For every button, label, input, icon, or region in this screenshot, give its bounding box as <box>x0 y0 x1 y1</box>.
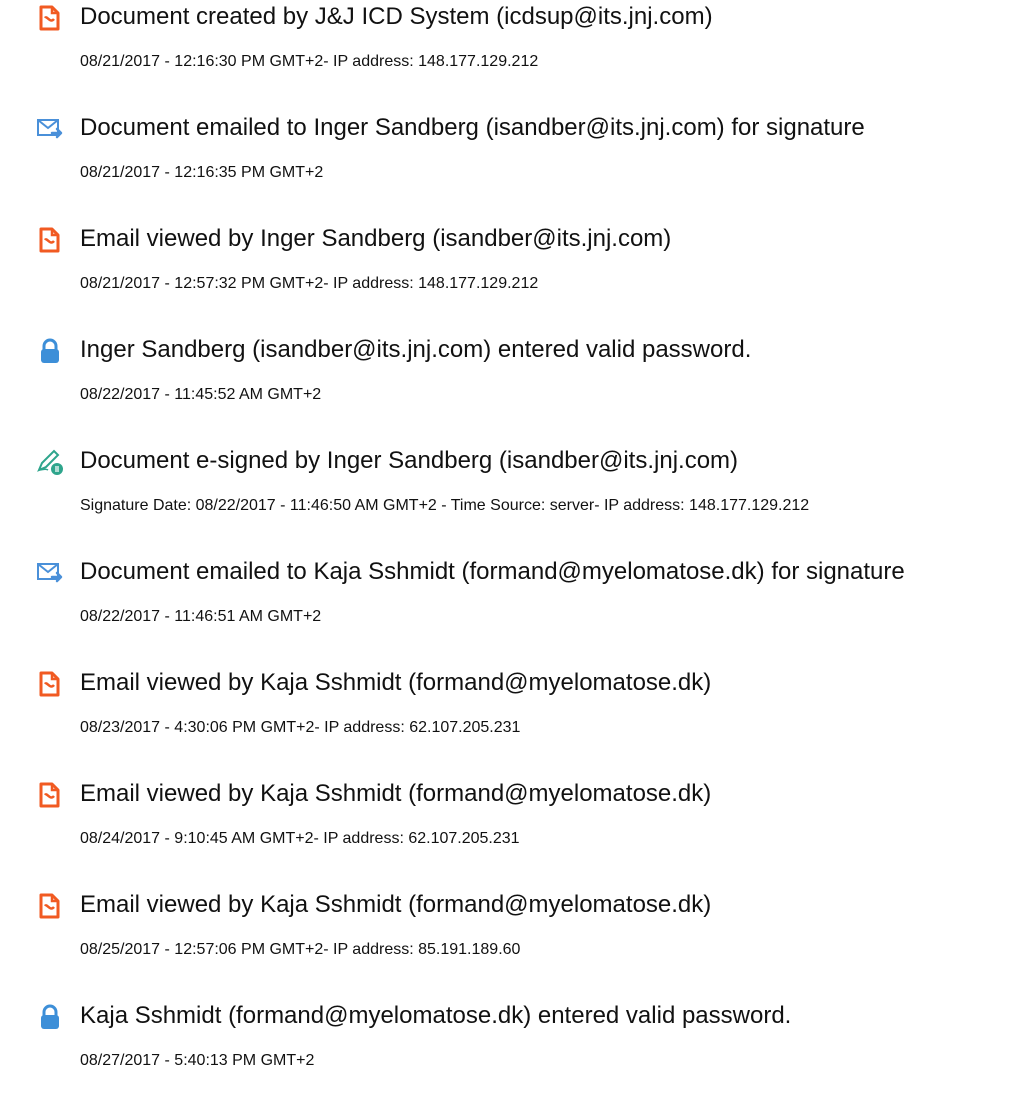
lock-icon <box>36 1003 64 1031</box>
entry-detail: 08/22/2017 - 11:46:51 AM GMT+2 <box>80 608 322 625</box>
entry-title: Document e-signed by Inger Sandberg (isa… <box>80 447 739 474</box>
entry-title: Document emailed to Inger Sandberg (isan… <box>80 114 865 141</box>
audit-entry: Email viewed by Inger Sandberg (isandber… <box>0 222 1029 312</box>
audit-entry: Email viewed by Kaja Sshmidt (formand@my… <box>0 666 1029 756</box>
entry-detail: 08/27/2017 - 5:40:13 PM GMT+2 <box>80 1052 315 1069</box>
audit-entry: Document e-signed by Inger Sandberg (isa… <box>0 444 1029 534</box>
entry-title: Document created by J&J ICD System (icds… <box>80 3 713 30</box>
entry-detail: 08/21/2017 - 12:57:32 PM GMT+2- IP addre… <box>80 275 539 292</box>
entry-detail: 08/23/2017 - 4:30:06 PM GMT+2- IP addres… <box>80 719 521 736</box>
entry-detail: 08/21/2017 - 12:16:35 PM GMT+2 <box>80 164 324 181</box>
entry-title: Email viewed by Kaja Sshmidt (formand@my… <box>80 780 712 807</box>
email-sent-icon <box>36 559 64 587</box>
lock-icon <box>36 337 64 365</box>
entry-detail: 08/22/2017 - 11:45:52 AM GMT+2 <box>80 386 322 403</box>
document-icon <box>36 226 64 254</box>
document-icon <box>36 892 64 920</box>
entry-detail: Signature Date: 08/22/2017 - 11:46:50 AM… <box>80 497 810 514</box>
email-sent-icon <box>36 115 64 143</box>
entry-title: Kaja Sshmidt (formand@myelomatose.dk) en… <box>80 1002 792 1029</box>
audit-entry: Email viewed by Kaja Sshmidt (formand@my… <box>0 888 1029 978</box>
document-icon <box>36 781 64 809</box>
entry-title: Email viewed by Kaja Sshmidt (formand@my… <box>80 891 712 918</box>
esign-pen-icon <box>36 448 64 476</box>
audit-entry: Inger Sandberg (isandber@its.jnj.com) en… <box>0 333 1029 423</box>
audit-entry: Kaja Sshmidt (formand@myelomatose.dk) en… <box>0 999 1029 1089</box>
audit-entry: Document emailed to Kaja Sshmidt (forman… <box>0 555 1029 645</box>
entry-title: Document emailed to Kaja Sshmidt (forman… <box>80 558 905 585</box>
audit-entry: Document emailed to Inger Sandberg (isan… <box>0 111 1029 201</box>
audit-entry: Document created by J&J ICD System (icds… <box>0 0 1029 90</box>
document-icon <box>36 670 64 698</box>
document-icon <box>36 4 64 32</box>
audit-history-log: Document created by J&J ICD System (icds… <box>0 0 1029 1107</box>
entry-detail: 08/24/2017 - 9:10:45 AM GMT+2- IP addres… <box>80 830 520 847</box>
entry-title: Email viewed by Kaja Sshmidt (formand@my… <box>80 669 712 696</box>
entry-detail: 08/25/2017 - 12:57:06 PM GMT+2- IP addre… <box>80 941 521 958</box>
entry-detail: 08/21/2017 - 12:16:30 PM GMT+2- IP addre… <box>80 53 539 70</box>
entry-title: Inger Sandberg (isandber@its.jnj.com) en… <box>80 336 752 363</box>
audit-entry: Email viewed by Kaja Sshmidt (formand@my… <box>0 777 1029 867</box>
entry-title: Email viewed by Inger Sandberg (isandber… <box>80 225 672 252</box>
